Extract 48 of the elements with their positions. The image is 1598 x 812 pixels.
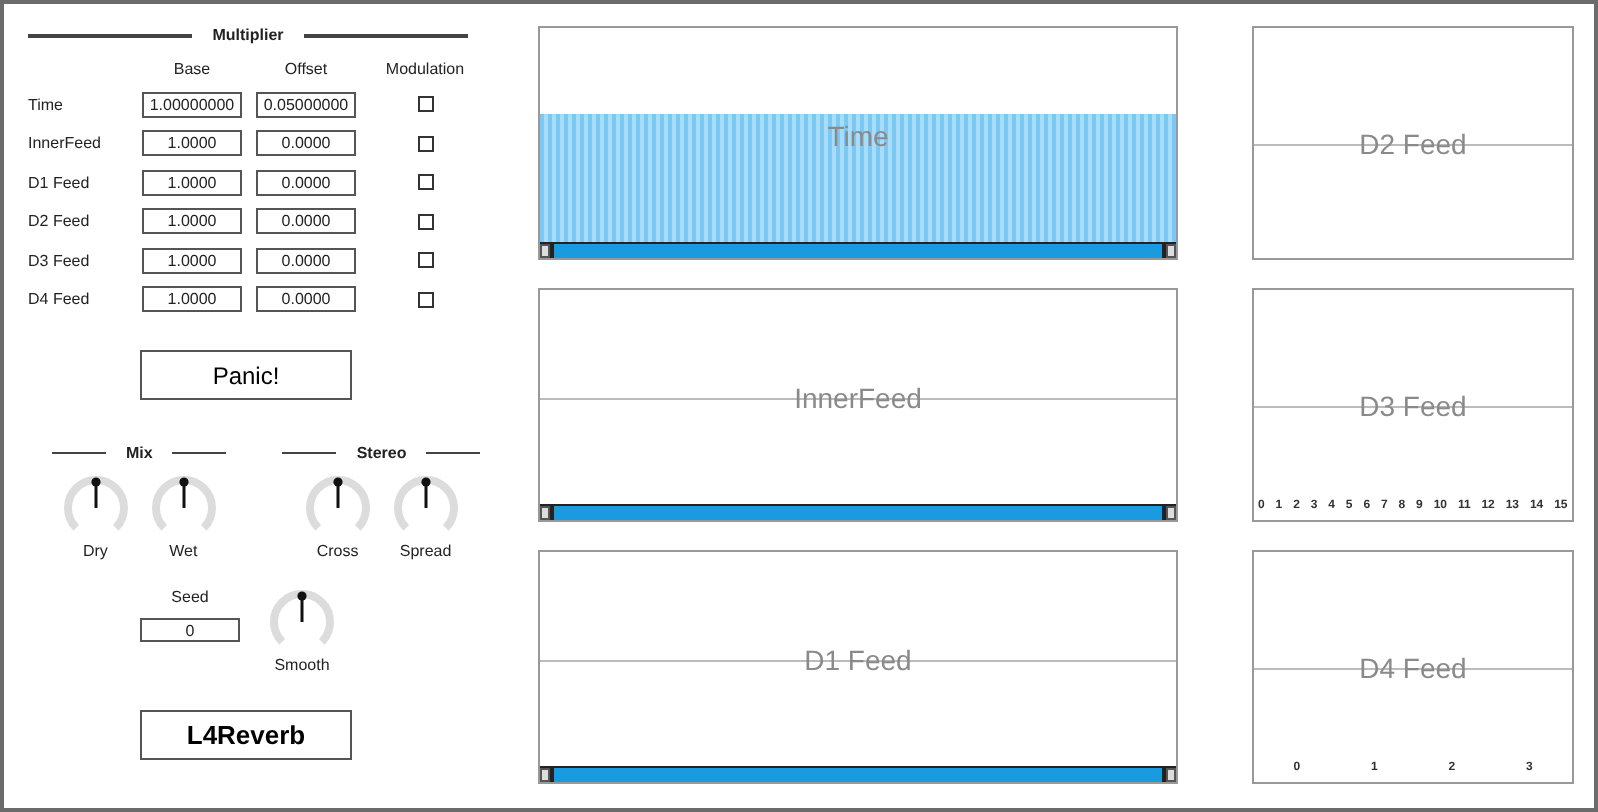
- knob-label: Spread: [399, 542, 452, 560]
- base-field[interactable]: 1.0000: [142, 247, 242, 273]
- knob-pointer[interactable]: [421, 477, 431, 508]
- modulation-checkbox[interactable]: [417, 291, 433, 307]
- modulation-checkbox[interactable]: [417, 174, 433, 190]
- range-scrollbar[interactable]: [540, 504, 1176, 520]
- base-field[interactable]: 1.0000: [142, 169, 242, 195]
- knob-pointer[interactable]: [297, 591, 307, 622]
- preset-button[interactable]: L4Reverb: [140, 710, 352, 760]
- knob-pointer[interactable]: [333, 477, 343, 508]
- section-title: Multiplier: [212, 26, 284, 44]
- offset-field[interactable]: 0.05000000: [256, 91, 356, 117]
- row-label: D1 Feed: [28, 173, 92, 191]
- row-label: Time: [28, 95, 65, 113]
- row-label: D2 Feed: [28, 212, 92, 230]
- range-scrollbar[interactable]: [540, 242, 1176, 258]
- base-field[interactable]: 1.0000: [142, 130, 242, 156]
- knob-pointer[interactable]: [90, 477, 100, 508]
- knob-label: Smooth: [274, 656, 330, 674]
- knob-pointer[interactable]: [178, 477, 188, 508]
- row-label: D4 Feed: [28, 290, 92, 308]
- column-header: Base: [171, 60, 213, 78]
- modulation-checkbox[interactable]: [417, 252, 433, 268]
- offset-field[interactable]: 0.0000: [256, 208, 356, 234]
- offset-field[interactable]: 0.0000: [256, 286, 356, 312]
- modulation-checkbox[interactable]: [417, 96, 433, 112]
- column-header: Offset: [282, 60, 330, 78]
- column-header: Modulation: [383, 60, 467, 78]
- offset-field[interactable]: 0.0000: [256, 247, 356, 273]
- knob-label: Dry: [82, 542, 108, 560]
- section-title: Stereo: [356, 444, 407, 462]
- offset-field[interactable]: 0.0000: [256, 130, 356, 156]
- base-field[interactable]: 1.0000: [142, 208, 242, 234]
- seed-label: Seed: [171, 588, 209, 606]
- seed-field[interactable]: 0: [140, 618, 240, 642]
- row-label: D3 Feed: [28, 251, 92, 269]
- graph-label: Time: [827, 121, 889, 149]
- modulation-checkbox[interactable]: [417, 135, 433, 151]
- panic-button[interactable]: Panic!: [140, 350, 352, 400]
- base-field[interactable]: 1.00000000: [142, 91, 242, 117]
- offset-field[interactable]: 0.0000: [256, 169, 356, 195]
- knob-label: Wet: [169, 542, 198, 560]
- row-label: InnerFeed: [28, 134, 103, 152]
- section-title: Mix: [126, 444, 153, 462]
- modulation-checkbox[interactable]: [417, 213, 433, 229]
- knob-label: Cross: [316, 542, 359, 560]
- base-field[interactable]: 1.0000: [142, 286, 242, 312]
- range-scrollbar[interactable]: [540, 766, 1176, 782]
